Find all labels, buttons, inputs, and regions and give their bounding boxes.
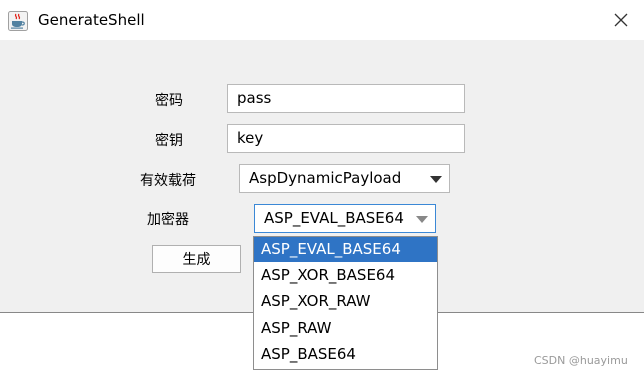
key-label: 密钥 <box>155 133 183 149</box>
key-field[interactable]: key <box>227 124 465 153</box>
encryptor-select[interactable]: ASP_EVAL_BASE64 <box>254 204 436 233</box>
password-field[interactable]: pass <box>227 84 465 113</box>
encryptor-select-value: ASP_EVAL_BASE64 <box>264 209 404 227</box>
dropdown-option[interactable]: ASP_BASE64 <box>254 342 437 367</box>
java-coffee-cup-icon <box>8 11 28 31</box>
close-button[interactable] <box>598 0 644 40</box>
dropdown-option[interactable]: ASP_EVAL_BASE64 <box>254 237 437 262</box>
dropdown-option[interactable]: ASP_XOR_BASE64 <box>254 263 437 288</box>
watermark: CSDN @huayimu <box>534 354 628 367</box>
generate-button[interactable]: 生成 <box>152 245 241 273</box>
chevron-down-icon <box>430 176 442 183</box>
encryptor-label: 加密器 <box>147 212 189 228</box>
payload-select-value: AspDynamicPayload <box>249 169 402 187</box>
close-icon <box>614 13 628 27</box>
payload-select[interactable]: AspDynamicPayload <box>239 164 450 193</box>
dropdown-option[interactable]: ASP_RAW <box>254 316 437 341</box>
title-bar[interactable]: GenerateShell <box>0 0 644 40</box>
payload-label: 有效载荷 <box>140 173 196 189</box>
encryptor-dropdown-list[interactable]: ASP_EVAL_BASE64 ASP_XOR_BASE64 ASP_XOR_R… <box>253 236 438 370</box>
dropdown-option[interactable]: ASP_XOR_RAW <box>254 289 437 314</box>
window-title: GenerateShell <box>38 11 145 29</box>
password-label: 密码 <box>155 93 183 109</box>
chevron-down-icon <box>416 216 428 223</box>
